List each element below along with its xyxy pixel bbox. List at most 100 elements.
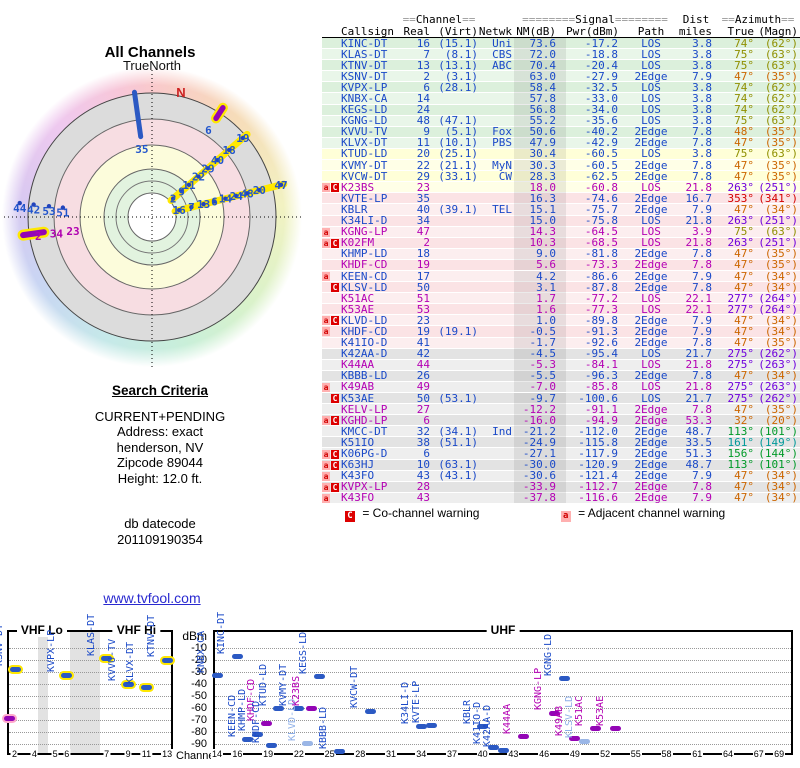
y-tick-label: -70 bbox=[191, 714, 207, 726]
station-label: K42AA-D bbox=[482, 705, 493, 748]
cell-nm_db: -60.5 bbox=[584, 147, 618, 161]
cell-path: 3.8 bbox=[692, 147, 712, 161]
col-callsign: Callsign bbox=[341, 24, 394, 38]
channel-tick-label: 9 bbox=[124, 749, 132, 759]
polar-azimuth-chart: TrueNorthN3562911222940181916 7 13 6 1424482… bbox=[4, 58, 302, 368]
cell-path: 7.9 bbox=[692, 269, 712, 283]
y-tick-label: -90 bbox=[191, 738, 207, 750]
station-label: KVCW-DT bbox=[349, 665, 361, 708]
cell-adj_badge: a bbox=[322, 237, 331, 248]
signal-marker bbox=[558, 676, 570, 682]
cell-dist_miles: 75° bbox=[734, 47, 754, 61]
search-criteria-lines: CURRENT+PENDING Address: exact henderson, … bbox=[20, 409, 300, 487]
cell-nm_db: -18.8 bbox=[584, 47, 618, 61]
station-label: K44AA bbox=[502, 703, 514, 734]
signal-marker bbox=[140, 684, 152, 690]
signal-marker bbox=[333, 749, 345, 755]
channel-label: 19 bbox=[236, 132, 249, 145]
col-nm: NM(dB) bbox=[516, 24, 556, 38]
cell-netwk: 30.3 bbox=[514, 159, 566, 171]
cell-adj_badge: a bbox=[322, 481, 331, 492]
table-row: KVMY-DT 22 (21.1) MyN 30.3 -60.5 2Edge 7.8 47° (3… bbox=[322, 158, 800, 172]
station-label: KTUD-LD bbox=[257, 663, 269, 706]
cell-nm_db: -85.8 bbox=[584, 380, 618, 394]
signal-marker bbox=[61, 672, 73, 678]
table-row: KLVX-DT 11 (10.1) PBS 47.9 -42.9 2Edge 7.8 47° (3… bbox=[322, 136, 800, 150]
cell-text_color: 43 bbox=[416, 491, 430, 505]
cell-virt: MyN bbox=[492, 158, 512, 172]
cell-co_badge: C bbox=[331, 237, 341, 248]
search-criteria: Search Criteria CURRENT+PENDING Address: … bbox=[20, 383, 300, 547]
table-column-header: Callsign Real (Virt) Netwk NM(dB) Pwr(dB… bbox=[322, 25, 800, 38]
cell-azimuth_true: (263°) bbox=[758, 380, 798, 394]
station-label: KINC-DT bbox=[216, 611, 228, 654]
adjacent-warning-icon: a bbox=[322, 183, 330, 193]
cell-azimuth_true: (63°) bbox=[764, 147, 798, 161]
station-table: ==Channel== ========Signal======== Dist … bbox=[322, 14, 800, 504]
cell-pwr_dbm: 2Edge bbox=[634, 269, 668, 283]
cell-virt: PBS bbox=[492, 136, 512, 150]
warning-legend: C = Co-channel warning a = Adjacent chan… bbox=[345, 506, 785, 522]
cell-dist_miles: 47° bbox=[734, 402, 754, 416]
signal-marker bbox=[426, 723, 438, 729]
signal-marker bbox=[211, 673, 223, 679]
table-row: KHDF-CD 19 5.6 -73.3 2Edge 7.8 47° (35°) bbox=[322, 259, 800, 271]
cell-azimuth_true: (62°) bbox=[764, 36, 798, 50]
cell-callsign: K53AE bbox=[341, 391, 375, 405]
cell-co_badge: C bbox=[331, 182, 341, 193]
co-channel-warning-icon: C bbox=[331, 238, 339, 248]
station-label: K34LI-D bbox=[400, 681, 412, 724]
station-label: K23BS bbox=[290, 675, 302, 706]
station-label: K41IO-D bbox=[472, 701, 484, 745]
table-row: a KHDF-CD 19 (19.1) -0.5 -91.3 2Edge 7.9 47° (34°… bbox=[322, 325, 800, 338]
cell-callsign: KELV-LP bbox=[341, 402, 388, 416]
criteria-line: henderson, NV bbox=[116, 439, 204, 455]
db-datecode: db datecode 201109190354 bbox=[20, 516, 300, 547]
tvfool-report: { "colors": { "digital_blue": "#1a49c8",… bbox=[0, 0, 800, 768]
adjacent-warning-icon: a bbox=[322, 493, 330, 503]
adjacent-warning-icon: a bbox=[322, 416, 330, 426]
channel-tick-label: 7 bbox=[103, 749, 111, 759]
table-row: KINC-DT 16 (15.1) Uni 73.6 -17.2 LOS 3.8 74° (62°… bbox=[322, 36, 800, 50]
col-pwr: Pwr(dBm) bbox=[566, 24, 619, 38]
cell-text_color: 50 bbox=[416, 391, 430, 405]
y-tick-label: -80 bbox=[191, 726, 207, 738]
cell-dist_miles: 275° bbox=[727, 380, 755, 394]
channel-label: 23 bbox=[66, 225, 79, 238]
co-channel-warning-icon: C bbox=[331, 394, 339, 404]
cell-path: 21.8 bbox=[685, 380, 713, 394]
channel-label: 51 bbox=[56, 207, 70, 220]
table-row: KGNG-LD 48 (47.1) 55.2 -35.6 LOS 3.8 75° (63°) bbox=[322, 115, 800, 127]
compass-n-label: N bbox=[176, 85, 185, 100]
adjacent-channel-badge-icon: a bbox=[560, 511, 571, 522]
station-label: KTNV-DT bbox=[146, 615, 158, 658]
channel-tick-label: 34 bbox=[415, 749, 428, 759]
cell-netwk: -9.7 bbox=[514, 392, 566, 404]
azimuth-group-header: ==Azimuth== bbox=[721, 13, 795, 26]
cell-netwk: 5.6 bbox=[514, 259, 566, 271]
col-true: True bbox=[727, 24, 755, 38]
channel-tick-label: 37 bbox=[445, 749, 458, 759]
cell-text_color: 27 bbox=[416, 402, 430, 416]
channel-label: 47 bbox=[274, 179, 287, 192]
tvfool-link[interactable]: www.tvfool.com bbox=[52, 590, 252, 606]
cell-pwr_dbm: 2Edge bbox=[634, 280, 668, 294]
channel-tick-label: 67 bbox=[752, 749, 765, 759]
col-real: Real bbox=[403, 24, 431, 38]
channel-tick-label: 64 bbox=[722, 749, 735, 759]
table-row: KTUD-LD 20 (25.1) 30.4 -60.5 LOS 3.8 75° (63°) bbox=[322, 147, 800, 161]
signal-marker bbox=[306, 706, 318, 712]
table-row: KHMP-LD 18 9.0 -81.8 2Edge 7.8 47° (35°) bbox=[322, 248, 800, 260]
table-group-header: ==Channel== ========Signal======== Dist … bbox=[322, 14, 800, 25]
channel-label: 20 bbox=[253, 184, 266, 197]
search-criteria-title: Search Criteria bbox=[111, 383, 209, 398]
datecode-line: db datecode bbox=[124, 516, 196, 531]
signal-marker bbox=[231, 654, 243, 660]
cell-text_color: 22 bbox=[416, 158, 430, 172]
table-row: KSNV-DT 2 (3.1) 63.0 -27.9 2Edge 7.9 47° (35°) bbox=[322, 70, 800, 83]
cell-pwr_dbm: LOS bbox=[641, 147, 661, 161]
cell-real: (25.1) bbox=[438, 147, 478, 161]
signal-marker bbox=[517, 734, 529, 740]
cell-real: (21.1) bbox=[438, 158, 478, 172]
co-channel-legend: C = Co-channel warning bbox=[345, 506, 479, 522]
